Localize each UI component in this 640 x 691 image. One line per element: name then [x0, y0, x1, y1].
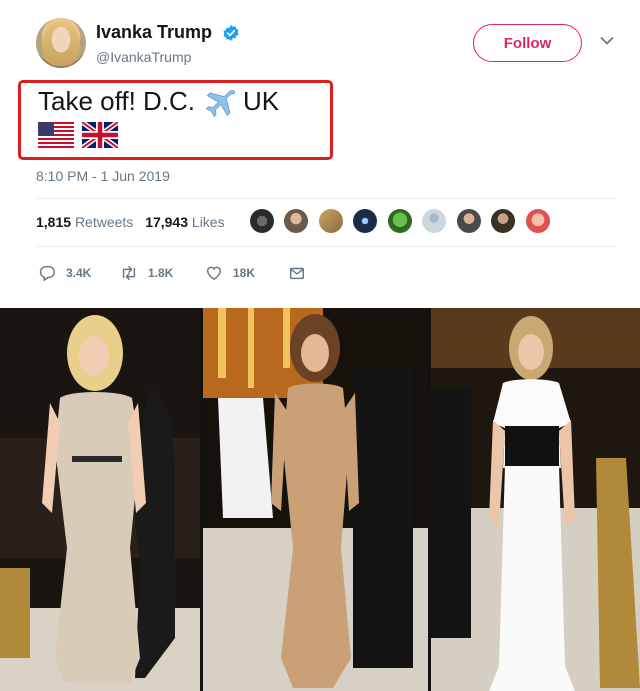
liker-avatar[interactable]: [284, 209, 309, 233]
retweets-label[interactable]: Retweets: [75, 214, 133, 230]
uk-flag-icon: [82, 122, 119, 148]
airplane-icon: [205, 90, 235, 118]
us-flag-icon: [38, 122, 74, 148]
heart-icon: [206, 266, 222, 281]
verified-badge-icon: [223, 25, 239, 41]
user-name[interactable]: Ivanka Trump: [96, 22, 212, 43]
liker-avatar[interactable]: [250, 209, 274, 233]
envelope-icon: [289, 267, 305, 280]
tweet-card: Ivanka Trump @IvankaTrump Follow Take of…: [0, 0, 640, 300]
photo-2[interactable]: [203, 308, 428, 691]
reply-icon: [39, 265, 55, 282]
liker-avatar[interactable]: [387, 209, 412, 233]
liker-avatar[interactable]: [353, 209, 378, 233]
tweet-text: Take off! D.C. UK: [38, 86, 279, 118]
likers-avatars: [250, 209, 556, 237]
avatar[interactable]: [36, 18, 86, 68]
message-button[interactable]: [288, 262, 316, 284]
liker-avatar[interactable]: [491, 209, 516, 233]
flags-row: [38, 122, 122, 148]
divider: [36, 198, 616, 199]
tweet-text-end: UK: [243, 86, 280, 116]
photo-1[interactable]: [0, 308, 200, 691]
photo-woman-gold-gown: [203, 308, 428, 691]
liker-avatar[interactable]: [525, 209, 550, 233]
like-button[interactable]: 18K: [205, 262, 255, 284]
likes-count[interactable]: 17,943: [145, 214, 188, 230]
like-count: 18K: [233, 266, 256, 280]
divider: [36, 246, 616, 247]
liker-avatar[interactable]: [318, 209, 343, 233]
chevron-down-icon[interactable]: [600, 36, 614, 46]
tweet-stats: 1,815 Retweets 17,943 Likes: [36, 214, 225, 230]
photo-woman-white-gown: [431, 308, 640, 691]
user-handle[interactable]: @IvankaTrump: [96, 49, 191, 65]
retweet-icon: [122, 265, 136, 281]
retweet-count: 1.8K: [148, 266, 174, 280]
likes-label[interactable]: Likes: [192, 214, 225, 230]
avatar-portrait: [42, 22, 80, 66]
reply-count: 3.4K: [66, 266, 92, 280]
photo-grid: [0, 308, 640, 691]
follow-button[interactable]: Follow: [473, 24, 582, 62]
photo-3[interactable]: [431, 308, 640, 691]
liker-avatar[interactable]: [422, 209, 447, 233]
tweet-timestamp[interactable]: 8:10 PM - 1 Jun 2019: [36, 168, 170, 184]
reply-button[interactable]: 3.4K: [38, 262, 91, 284]
tweet-text-start: Take off! D.C.: [38, 86, 196, 116]
retweet-button[interactable]: 1.8K: [120, 262, 173, 284]
photo-woman-silver-gown: [0, 308, 200, 691]
liker-avatar[interactable]: [456, 209, 481, 233]
retweets-count[interactable]: 1,815: [36, 214, 71, 230]
